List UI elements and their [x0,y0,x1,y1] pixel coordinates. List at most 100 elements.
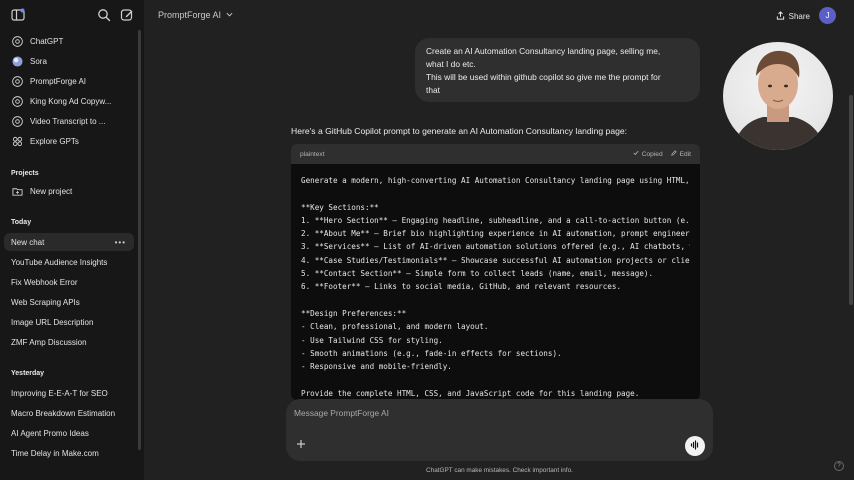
webcam-overlay [723,42,833,150]
voice-mode-button[interactable] [685,436,705,456]
code-line: - Smooth animations (e.g., fade-in effec… [301,348,562,358]
sidebar-chat-item[interactable]: AI Agent Promo Ideas [4,424,134,442]
message-composer [286,399,713,461]
sidebar-gpt-label: King Kong Ad Copyw... [30,96,112,106]
code-line: 3. **Services** – List of AI-driven auto… [301,242,690,252]
sidebar-gpt-label: PromptForge AI [30,76,87,86]
sidebar-chat-item[interactable]: New chat ••• [4,233,134,251]
sidebar-gpt-label: ChatGPT [30,36,64,46]
grid-icon [11,135,23,147]
copy-button[interactable]: Copied [633,150,663,158]
chevron-down-icon [226,10,233,20]
new-project-label: New project [30,186,73,196]
sidebar-gpt-item[interactable]: PromptForge AI [4,71,140,91]
attach-plus-icon[interactable] [296,439,308,451]
chat-title: New chat [11,237,45,247]
code-line: Provide the complete HTML, CSS, and Java… [301,388,640,398]
code-language-label: plaintext [300,150,325,158]
sidebar-top-bar [0,0,144,32]
user-message-line: that [426,85,440,95]
share-button[interactable]: Share [776,8,810,24]
new-chat-icon[interactable] [120,8,136,24]
search-icon[interactable] [97,8,113,24]
sidebar-gpt-label: Video Transcript to ... [30,116,106,126]
edit-button[interactable]: Edit [670,150,691,158]
today-heading: Today [11,219,32,226]
pencil-icon [670,150,677,158]
code-line: - Use Tailwind CSS for styling. [301,335,443,345]
sidebar-gpt-label: Explore GPTs [30,136,79,146]
assistant-intro-text: Here's a GitHub Copilot prompt to genera… [291,126,628,136]
user-avatar[interactable]: J [819,7,836,24]
model-name-label: PromptForge AI [158,10,222,20]
message-input[interactable] [294,405,674,421]
user-message-line: This will be used within github copilot … [426,72,661,82]
sidebar-chat-item[interactable]: Time Delay in Make.com [4,444,134,462]
user-message-line: Create an AI Automation Consultancy land… [426,46,661,56]
yesterday-heading: Yesterday [11,370,45,377]
chat-title: YouTube Audience Insights [11,257,108,267]
code-line: Generate a modern, high-converting AI Au… [301,176,690,185]
projects-heading: Projects [11,170,39,177]
code-block-header: plaintext Copied Edit [291,144,700,164]
chat-title: Time Delay in Make.com [11,448,99,458]
main-scrollbar[interactable] [849,95,853,305]
openai-logo-icon [11,35,23,47]
user-message-bubble: Create an AI Automation Consultancy land… [415,38,700,102]
code-content: Generate a modern, high-converting AI Au… [291,164,700,400]
code-line: 4. **Case Studies/Testimonials** – Showc… [301,255,690,265]
sidebar-chat-item[interactable]: Improving E-E-A-T for SEO [4,384,134,402]
gpt-avatar-icon [11,75,23,87]
waveform-icon [690,437,700,455]
sidebar-scrollbar[interactable] [138,30,141,450]
share-icon [776,10,785,22]
sidebar-gpt-item[interactable]: Sora [4,51,140,71]
chat-title: Fix Webhook Error [11,277,78,287]
edit-label: Edit [679,150,691,158]
code-line: 6. **Footer** – Links to social media, G… [301,282,622,292]
sidebar-gpt-item[interactable]: Explore GPTs [4,131,140,151]
sidebar-chat-item[interactable]: Macro Breakdown Estimation [4,404,134,422]
chat-title: Improving E-E-A-T for SEO [11,388,108,398]
sidebar-gpt-label: Sora [30,56,47,66]
copied-label: Copied [641,150,663,158]
sidebar-gpt-item[interactable]: King Kong Ad Copyw... [4,91,140,111]
chat-options-icon[interactable]: ••• [115,238,126,247]
code-line: 1. **Hero Section** – Engaging headline,… [301,215,690,225]
code-line: 5. **Contact Section** – Simple form to … [301,269,654,279]
sidebar-gpt-item[interactable]: ChatGPT [4,31,140,51]
code-line: - Responsive and mobile-friendly. [301,362,452,372]
sidebar-gpt-item[interactable]: Video Transcript to ... [4,111,140,131]
folder-plus-icon [11,185,23,197]
new-project-button[interactable]: New project [4,181,140,201]
model-selector[interactable]: PromptForge AI [158,10,233,20]
chat-title: Web Scraping APIs [11,297,80,307]
top-bar: PromptForge AI Share J [144,0,854,32]
sidebar-chat-item[interactable]: Web Scraping APIs [4,293,134,311]
chat-title: Macro Breakdown Estimation [11,408,116,418]
code-line: 2. **About Me** – Brief bio highlighting… [301,229,690,239]
sora-logo-icon [11,55,23,67]
sidebar-chat-item[interactable]: Image URL Description [4,313,134,331]
sidebar-chat-item[interactable]: YouTube Audience Insights [4,253,134,271]
gpt-avatar-icon [11,115,23,127]
code-line: **Key Sections:** [301,202,379,212]
sidebar-chat-item[interactable]: Fix Webhook Error [4,273,134,291]
check-icon [633,150,639,158]
code-line: - Clean, professional, and modern layout… [301,322,489,332]
code-line: **Design Preferences:** [301,308,407,318]
toggle-sidebar-icon[interactable] [11,8,27,24]
user-message-line: what I do etc. [426,59,476,69]
disclaimer-text: ChatGPT can make mistakes. Check importa… [426,467,573,474]
sidebar: ChatGPT Sora PromptForge AI King Kong Ad Co… [0,0,144,480]
help-button[interactable]: ? [834,461,844,471]
chat-title: AI Agent Promo Ideas [11,428,89,438]
chat-title: ZMF Amp Discussion [11,337,87,347]
gpt-avatar-icon [11,95,23,107]
share-label: Share [788,11,810,21]
chat-title: Image URL Description [11,317,94,327]
sidebar-chat-item[interactable]: ZMF Amp Discussion [4,333,134,351]
